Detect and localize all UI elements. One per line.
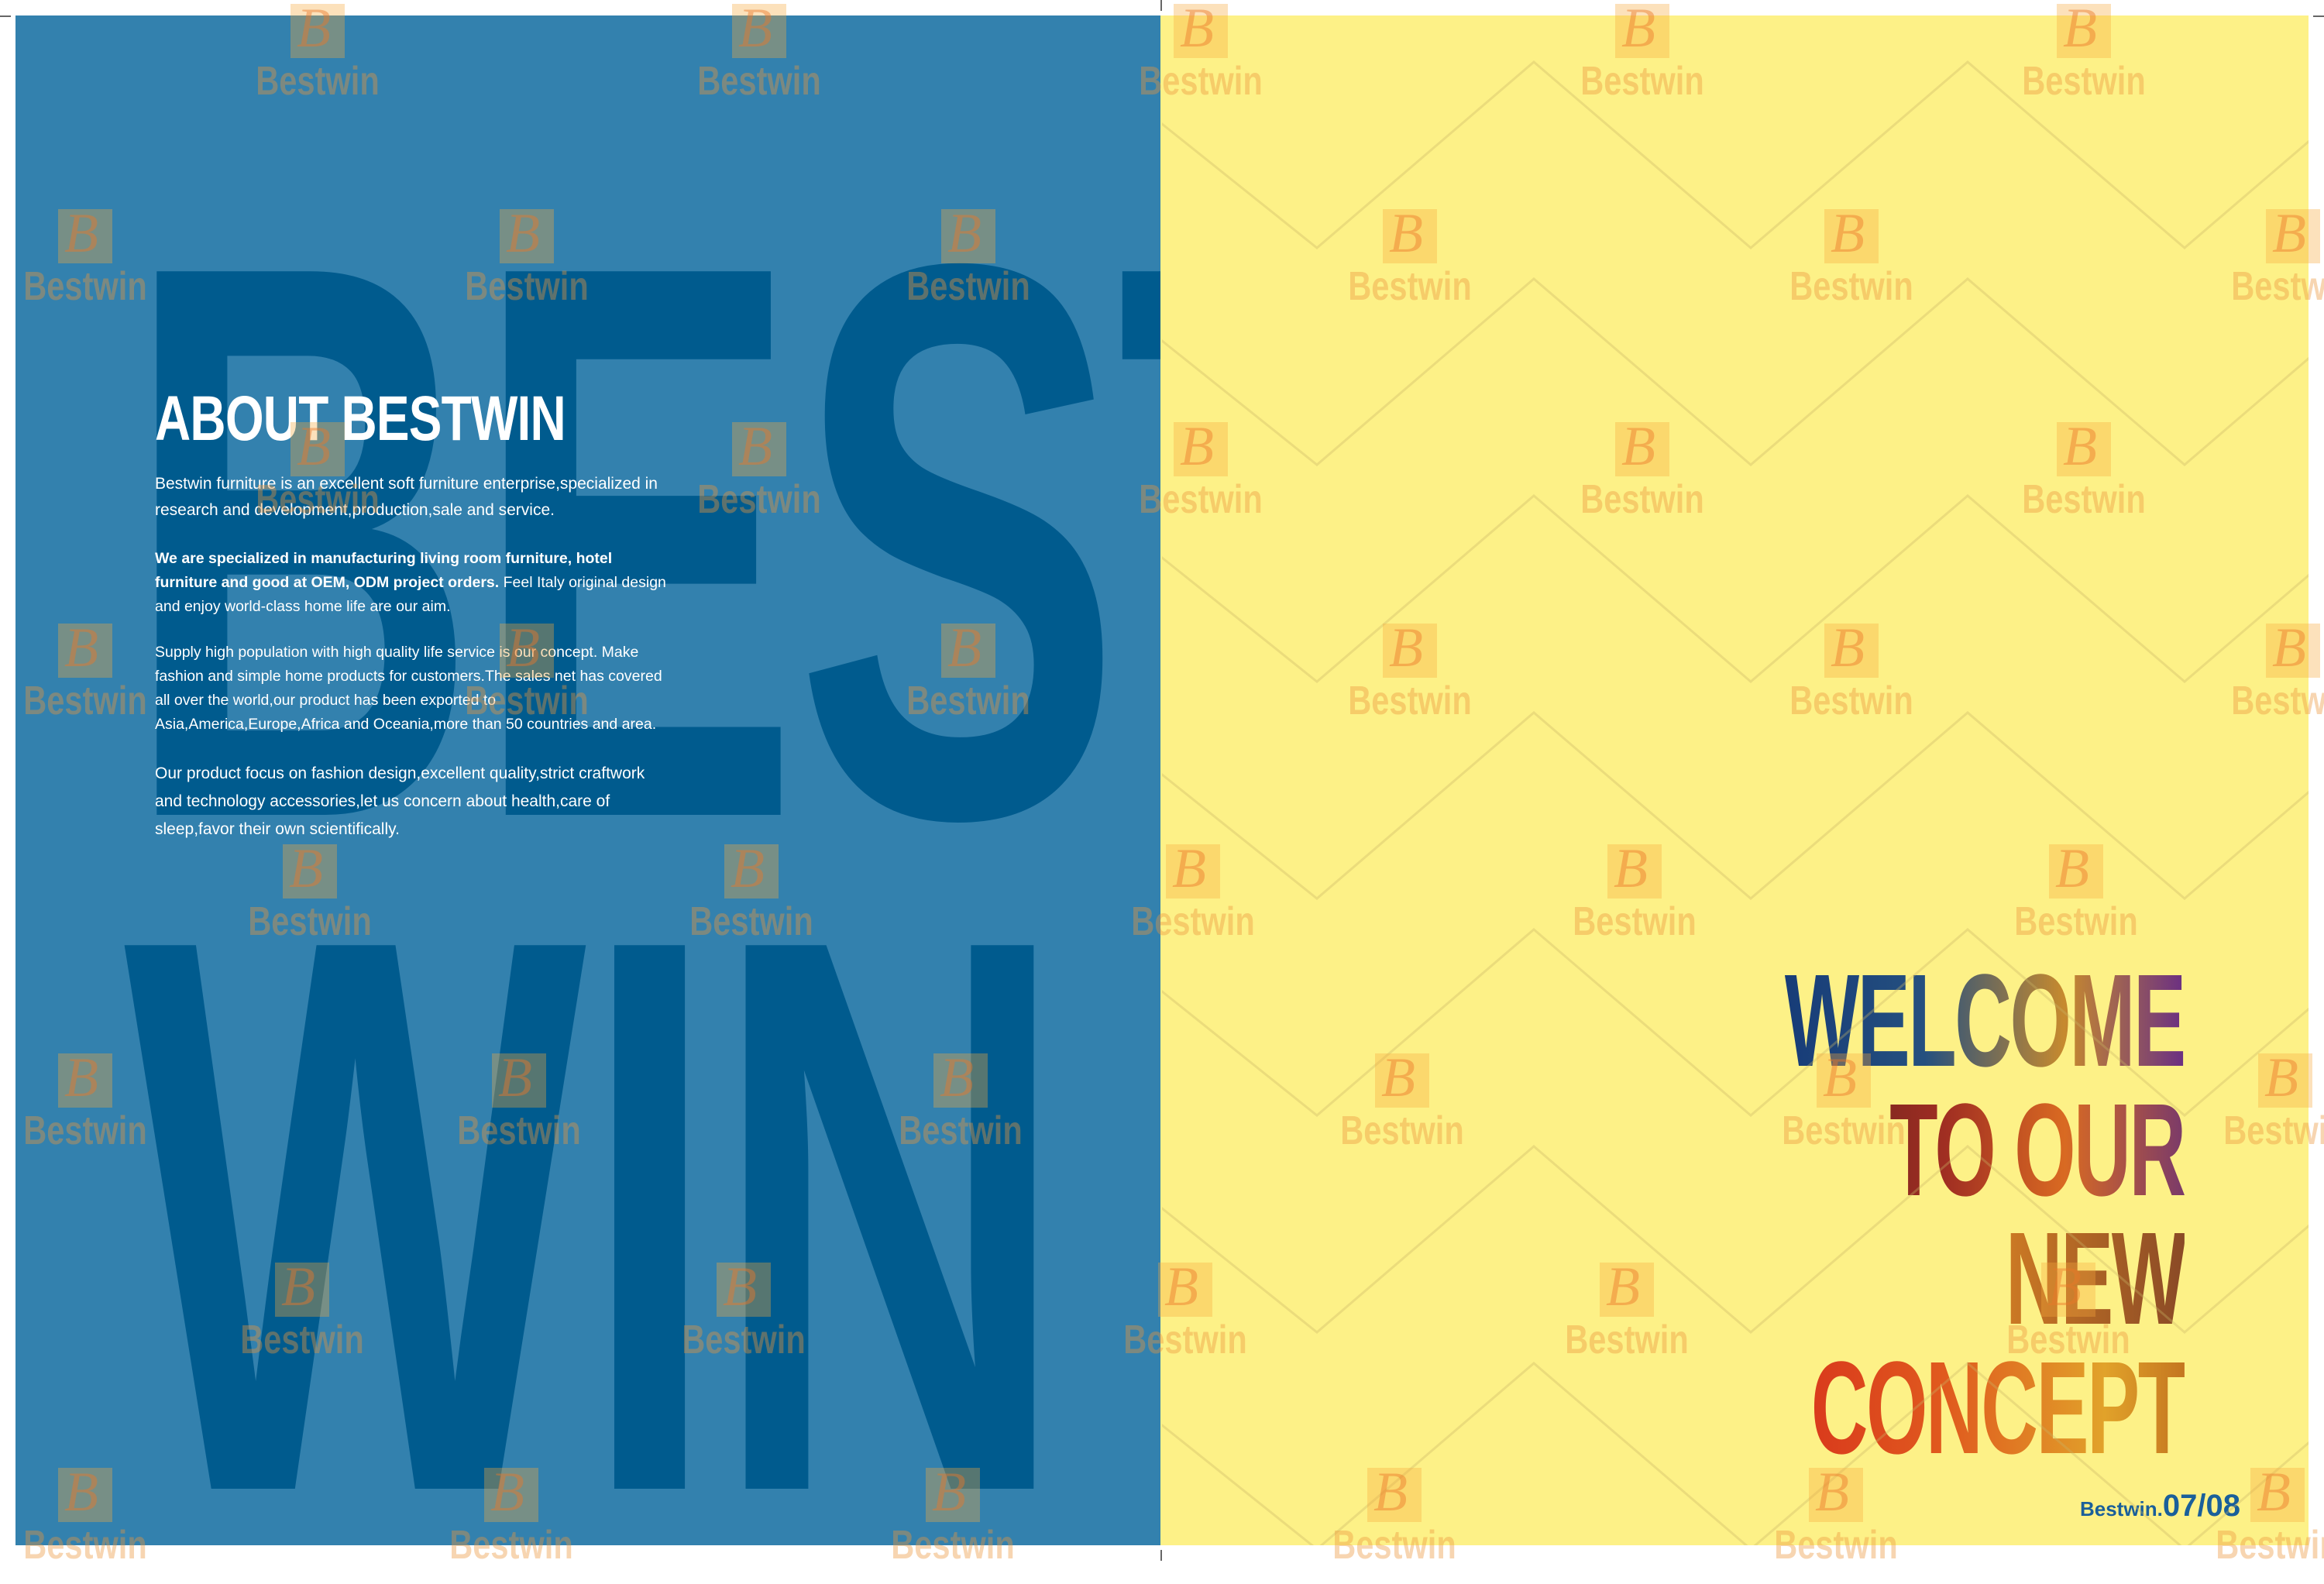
about-paragraph-4: Our product focus on fashion design,exce… xyxy=(155,765,645,838)
about-paragraph-3: Supply high population with high quality… xyxy=(155,644,662,733)
crop-mark xyxy=(2313,15,2324,17)
diamond-pattern xyxy=(1162,60,2309,1545)
crop-mark xyxy=(1160,0,1162,11)
about-title: ABOUT BESTWIN xyxy=(155,383,566,454)
about-paragraph-2: We are specialized in manufacturing livi… xyxy=(155,547,666,619)
crop-mark xyxy=(1160,1550,1162,1561)
brochure-spread: BEST WIN ABOUT BESTWIN Bestwin furniture… xyxy=(0,0,2324,1568)
about-paragraph-1: Bestwin furniture is an excellent soft f… xyxy=(155,475,658,519)
crop-mark xyxy=(0,15,11,17)
big-word-win: WIN xyxy=(124,775,1067,1546)
about-section: ABOUT BESTWIN Bestwin furniture is an ex… xyxy=(155,387,666,844)
left-page: BEST WIN ABOUT BESTWIN Bestwin furniture… xyxy=(15,15,1160,1545)
